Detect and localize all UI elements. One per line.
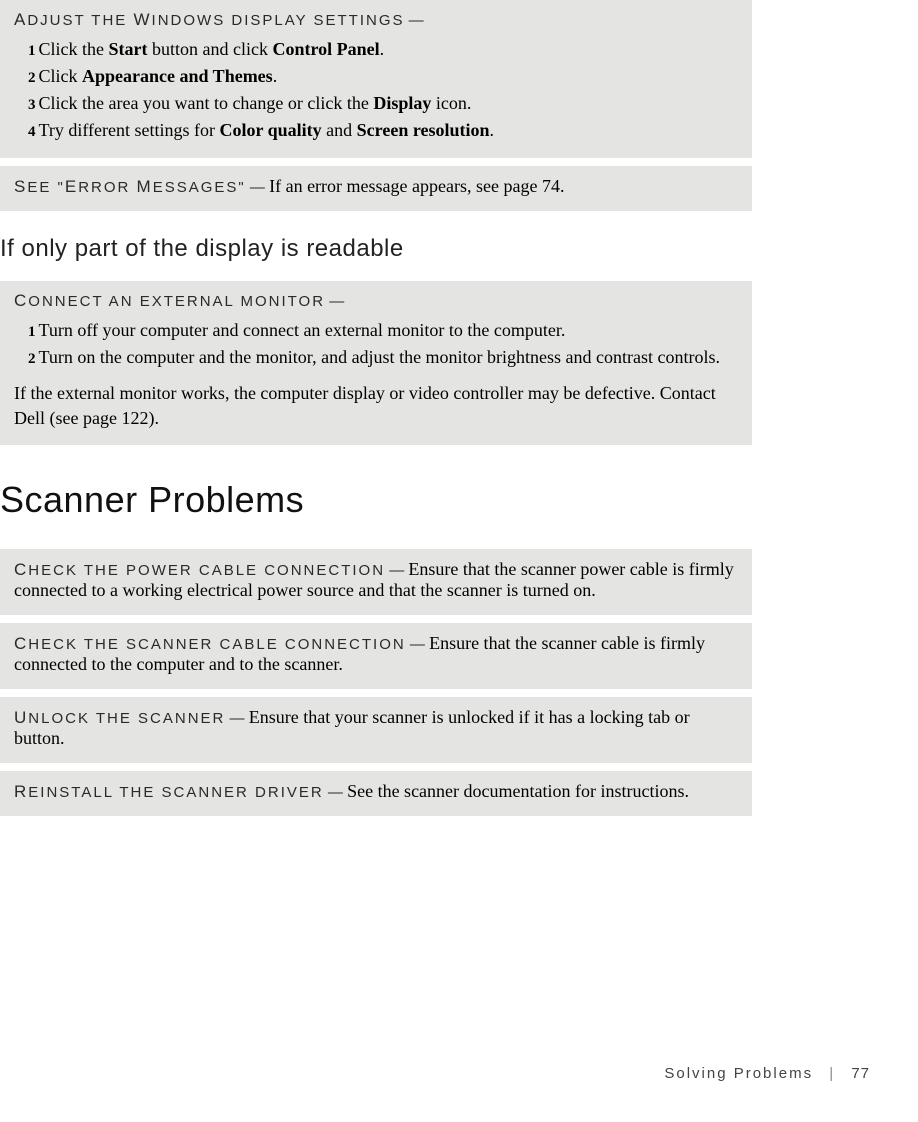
section-title-scanner-problems: Scanner Problems [0,479,752,521]
step-list: 1Turn off your computer and connect an e… [14,317,738,371]
box-heading: UNLOCK THE SCANNER — [14,710,249,727]
box-reinstall-scanner-driver: REINSTALL THE SCANNER DRIVER — See the s… [0,771,752,816]
box-heading: CHECK THE POWER CABLE CONNECTION — [14,562,408,579]
page-footer: Solving Problems | 77 [664,1065,870,1082]
step-item: 1Click the Start button and click Contro… [28,36,738,63]
footer-divider-icon: | [829,1065,835,1082]
box-see-error-messages: SEE "ERROR MESSAGES" — If an error messa… [0,166,752,211]
box-unlock-scanner: UNLOCK THE SCANNER — Ensure that your sc… [0,697,752,763]
box-heading: CHECK THE SCANNER CABLE CONNECTION — [14,636,429,653]
step-item: 3Click the area you want to change or cl… [28,90,738,117]
step-item: 4Try different settings for Color qualit… [28,117,738,144]
box-note: If the external monitor works, the compu… [14,381,738,431]
box-adjust-windows-display: ADJUST THE WINDOWS DISPLAY SETTINGS — 1C… [0,0,752,158]
subheading-partial-display: If only part of the display is readable [0,235,752,263]
footer-page-number: 77 [851,1065,870,1082]
page-content: ADJUST THE WINDOWS DISPLAY SETTINGS — 1C… [0,0,918,816]
box-heading: CONNECT AN EXTERNAL MONITOR — [14,291,738,311]
step-item: 2Turn on the computer and the monitor, a… [28,344,738,371]
box-check-scanner-cable: CHECK THE SCANNER CABLE CONNECTION — Ens… [0,623,752,689]
step-item: 2Click Appearance and Themes. [28,63,738,90]
box-body: If an error message appears, see page 74… [269,176,564,196]
step-item: 1Turn off your computer and connect an e… [28,317,738,344]
box-body: See the scanner documentation for instru… [347,781,689,801]
box-heading: REINSTALL THE SCANNER DRIVER — [14,784,347,801]
box-check-power-cable: CHECK THE POWER CABLE CONNECTION — Ensur… [0,549,752,615]
step-list: 1Click the Start button and click Contro… [14,36,738,144]
footer-section: Solving Problems [664,1065,813,1082]
box-heading: ADJUST THE WINDOWS DISPLAY SETTINGS — [14,10,738,30]
box-heading: SEE "ERROR MESSAGES" — [14,179,269,196]
box-connect-external-monitor: CONNECT AN EXTERNAL MONITOR — 1Turn off … [0,281,752,445]
